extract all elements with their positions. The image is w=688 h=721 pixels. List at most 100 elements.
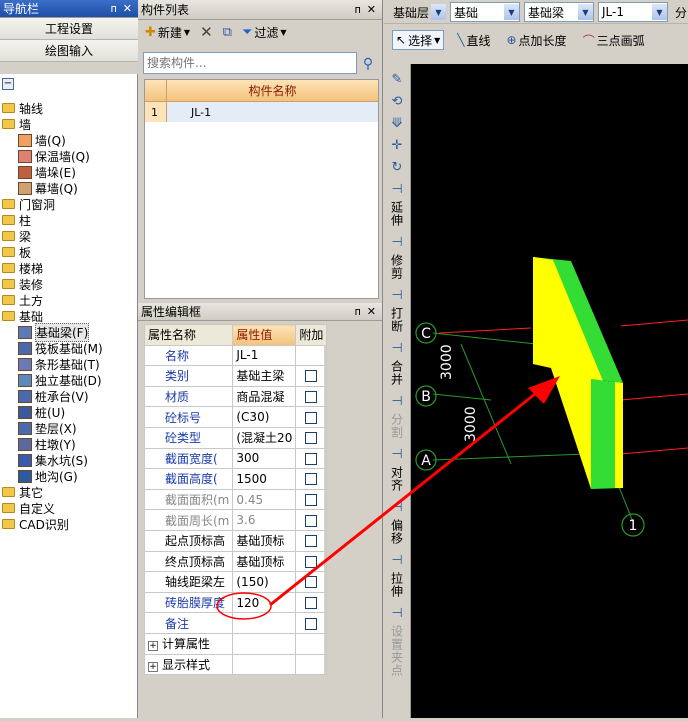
tree-item[interactable]: 桩承台(V) <box>0 388 137 404</box>
axis-bubble-1[interactable]: 1 <box>621 513 645 537</box>
tree-item[interactable]: 地沟(G) <box>0 468 137 484</box>
property-row[interactable]: 终点顶标高 基础顶标 <box>143 550 328 573</box>
property-row[interactable]: 砼类型 (混凝土20 <box>143 426 328 449</box>
tree-folder[interactable]: 板 <box>0 244 137 260</box>
type-combo[interactable]: 基础梁 ▼ <box>524 2 594 22</box>
tool-label[interactable]: 延伸 <box>389 201 406 227</box>
tree-folder[interactable]: 门窗洞 <box>0 196 137 212</box>
extra-checkbox[interactable] <box>305 617 318 630</box>
tree-item[interactable]: 独立基础(D) <box>0 372 137 388</box>
drawing-input-button[interactable]: 绘图输入 <box>0 40 138 62</box>
tool-icon[interactable]: ⊣ <box>388 445 406 463</box>
three-point-arc-button[interactable]: ⌒ 三点画弧 <box>580 30 648 50</box>
tool-icon[interactable]: ↻ <box>388 158 406 176</box>
tree-folder[interactable]: 墙 <box>0 116 137 132</box>
tool-label[interactable]: 设置夹点 <box>389 625 406 677</box>
property-row[interactable]: 砖胎膜厚度 120 <box>143 591 328 614</box>
tree-item[interactable]: 集水坑(S) <box>0 452 137 468</box>
pin-icon[interactable]: ᴨ <box>355 305 361 318</box>
line-button[interactable]: ╲ 直线 <box>454 30 493 50</box>
property-value-cell[interactable]: (混凝土20 <box>232 426 297 449</box>
search-input[interactable] <box>143 52 357 74</box>
extra-checkbox[interactable] <box>305 535 318 548</box>
property-row[interactable]: 砼标号 (C30) <box>143 406 328 428</box>
filter-button[interactable]: ⏷ 过滤 ▼ <box>239 22 290 42</box>
tree-folder[interactable]: 楼梯 <box>0 260 137 276</box>
copy-button[interactable]: ⧉ <box>220 22 235 42</box>
tool-label[interactable]: 修剪 <box>389 254 406 280</box>
extra-checkbox[interactable] <box>305 452 318 465</box>
tool-icon[interactable]: ⊣ <box>388 551 406 569</box>
tool-icon[interactable]: ⊣ <box>388 233 406 251</box>
tool-icon[interactable]: ⊣ <box>388 339 406 357</box>
tree-item[interactable]: 条形基础(T) <box>0 356 137 372</box>
extra-checkbox[interactable] <box>305 473 318 486</box>
extra-checkbox[interactable] <box>305 370 318 383</box>
tree-item[interactable]: 桩(U) <box>0 404 137 420</box>
tool-icon[interactable]: ⊣ <box>388 180 406 198</box>
search-icon[interactable]: ⚲ <box>357 52 379 76</box>
tree-folder[interactable]: 梁 <box>0 228 137 244</box>
property-row[interactable]: 材质 商品混凝 <box>143 385 328 408</box>
property-value-cell[interactable]: (150) <box>232 571 297 593</box>
property-row[interactable]: 起点顶标高 基础顶标 <box>143 529 328 552</box>
extra-checkbox[interactable] <box>305 391 318 404</box>
property-row[interactable]: 类别 基础主梁 <box>143 365 328 387</box>
tool-icon[interactable]: ✛ <box>388 136 406 154</box>
property-value-cell[interactable]: 1500 <box>232 468 297 490</box>
expand-icon[interactable]: + <box>148 641 158 652</box>
tool-icon[interactable]: ⊣ <box>388 604 406 622</box>
tree-item[interactable]: 垫层(X) <box>0 420 137 436</box>
tool-label[interactable]: 分割 <box>389 413 406 439</box>
tree-item[interactable]: 幕墙(Q) <box>0 180 137 196</box>
tool-icon[interactable]: ⟱ <box>388 114 406 132</box>
tree-item[interactable]: 墙(Q) <box>0 132 137 148</box>
extra-checkbox[interactable] <box>305 411 318 424</box>
property-value-cell[interactable]: 基础顶标 <box>232 529 297 552</box>
property-value-cell[interactable] <box>232 612 297 634</box>
property-row[interactable]: 名称 JL-1 <box>143 344 328 367</box>
property-value-cell[interactable]: 基础主梁 <box>232 365 297 387</box>
table-row[interactable]: 1 JL-1 <box>145 102 378 122</box>
tool-label[interactable]: 偏移 <box>389 519 406 545</box>
extra-checkbox[interactable] <box>305 576 318 589</box>
property-value-cell[interactable]: 商品混凝 <box>232 385 297 408</box>
close-icon[interactable]: ✕ <box>123 2 132 15</box>
tree-folder[interactable]: 轴线 <box>0 100 137 116</box>
pin-icon[interactable]: ᴨ <box>111 2 117 15</box>
column-header-component-name[interactable]: 构件名称 <box>167 80 378 101</box>
tree-item[interactable]: 保温墙(Q) <box>0 148 137 164</box>
property-value-cell[interactable]: 120 <box>232 591 297 614</box>
tool-icon[interactable]: ⊣ <box>388 498 406 516</box>
tree-folder[interactable]: 土方 <box>0 292 137 308</box>
tree-folder[interactable]: 装修 <box>0 276 137 292</box>
tool-label[interactable]: 对齐 <box>389 466 406 492</box>
tool-icon[interactable]: ⟲ <box>388 92 406 110</box>
property-value-cell[interactable]: JL-1 <box>232 344 297 367</box>
tree-folder[interactable]: 其它 <box>0 484 137 500</box>
property-row[interactable]: 备注 <box>143 612 328 634</box>
point-length-button[interactable]: ⊕ 点加长度 <box>503 30 569 50</box>
property-row[interactable]: 截面周长(m 3.6 <box>143 509 328 531</box>
property-value-cell[interactable]: 0.45 <box>232 488 297 511</box>
floor-combo[interactable]: 基础层 ▼ <box>390 2 446 22</box>
tool-icon[interactable]: ⊣ <box>388 286 406 304</box>
select-button[interactable]: ↖ 选择 ▼ <box>392 30 445 50</box>
expand-icon[interactable]: + <box>148 661 158 672</box>
tree-folder[interactable]: CAD识别 <box>0 516 137 532</box>
tool-icon[interactable]: ✎ <box>388 70 406 88</box>
drawing-canvas[interactable]: C B A 1 3000 3000 <box>411 64 688 718</box>
property-value-cell[interactable]: 300 <box>232 447 297 470</box>
tree-folder[interactable]: 自定义 <box>0 500 137 516</box>
new-component-button[interactable]: ✚ 新建 ▼ <box>142 22 193 42</box>
property-group-row[interactable]: + 计算属性 <box>143 632 328 655</box>
extra-checkbox[interactable] <box>305 514 318 527</box>
property-row[interactable]: 截面宽度(300 <box>143 447 328 470</box>
tool-label[interactable]: 拉伸 <box>389 572 406 598</box>
tree-item[interactable]: 柱墩(Y) <box>0 436 137 452</box>
extra-checkbox[interactable] <box>305 555 318 568</box>
extra-checkbox[interactable] <box>305 432 318 445</box>
close-icon[interactable]: ✕ <box>367 3 376 16</box>
project-settings-button[interactable]: 工程设置 <box>0 18 138 40</box>
category-combo[interactable]: 基础 ▼ <box>450 2 520 22</box>
